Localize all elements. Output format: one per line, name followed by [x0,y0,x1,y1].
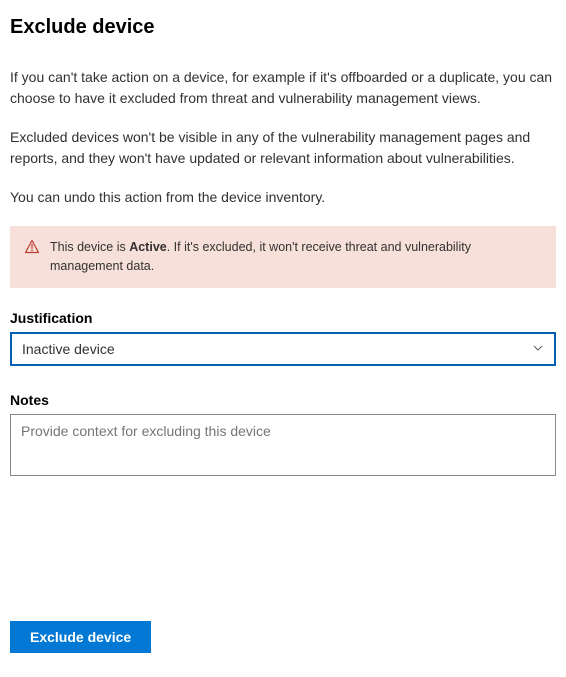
warning-alert-text: This device is Active. If it's excluded,… [50,238,542,276]
warning-triangle-icon [24,239,40,258]
justification-selected-value: Inactive device [22,341,532,357]
description-paragraph-2: Excluded devices won't be visible in any… [10,127,556,169]
exclude-device-button[interactable]: Exclude device [10,621,151,653]
justification-label: Justification [10,310,556,326]
chevron-down-icon [532,341,544,357]
page-title: Exclude device [10,16,556,39]
footer: Exclude device [10,621,151,653]
justification-select[interactable]: Inactive device [10,332,556,366]
alert-status: Active [129,240,167,254]
description-paragraph-3: You can undo this action from the device… [10,187,556,208]
notes-label: Notes [10,392,556,408]
description-paragraph-1: If you can't take action on a device, fo… [10,67,556,109]
notes-textarea[interactable] [10,414,556,476]
warning-alert: This device is Active. If it's excluded,… [10,226,556,288]
alert-prefix: This device is [50,240,129,254]
